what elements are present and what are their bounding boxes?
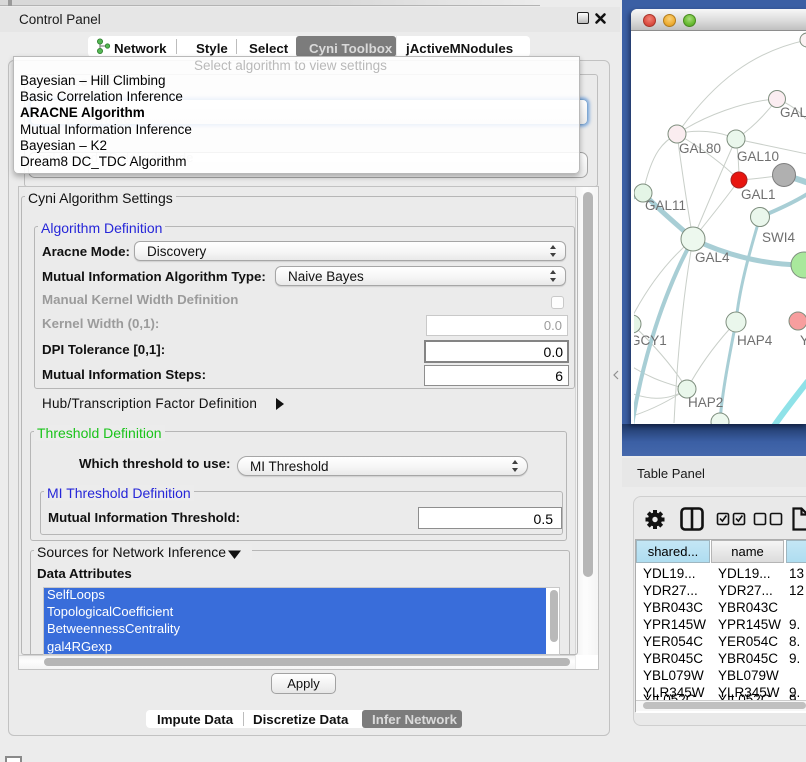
svg-text:HAP2: HAP2 bbox=[688, 395, 723, 410]
svg-text:GAL10: GAL10 bbox=[737, 149, 779, 164]
svg-text:Y: Y bbox=[800, 333, 806, 348]
svg-text:GAL: GAL bbox=[780, 105, 806, 120]
svg-text:GAL1: GAL1 bbox=[741, 187, 776, 202]
svg-text:SWI4: SWI4 bbox=[762, 230, 795, 245]
svg-text:HAP4: HAP4 bbox=[737, 333, 773, 348]
svg-text:GAL80: GAL80 bbox=[679, 141, 721, 156]
svg-text:GCY1: GCY1 bbox=[634, 333, 667, 348]
svg-text:GAL11: GAL11 bbox=[645, 198, 686, 213]
svg-text:GAL4: GAL4 bbox=[695, 250, 730, 265]
